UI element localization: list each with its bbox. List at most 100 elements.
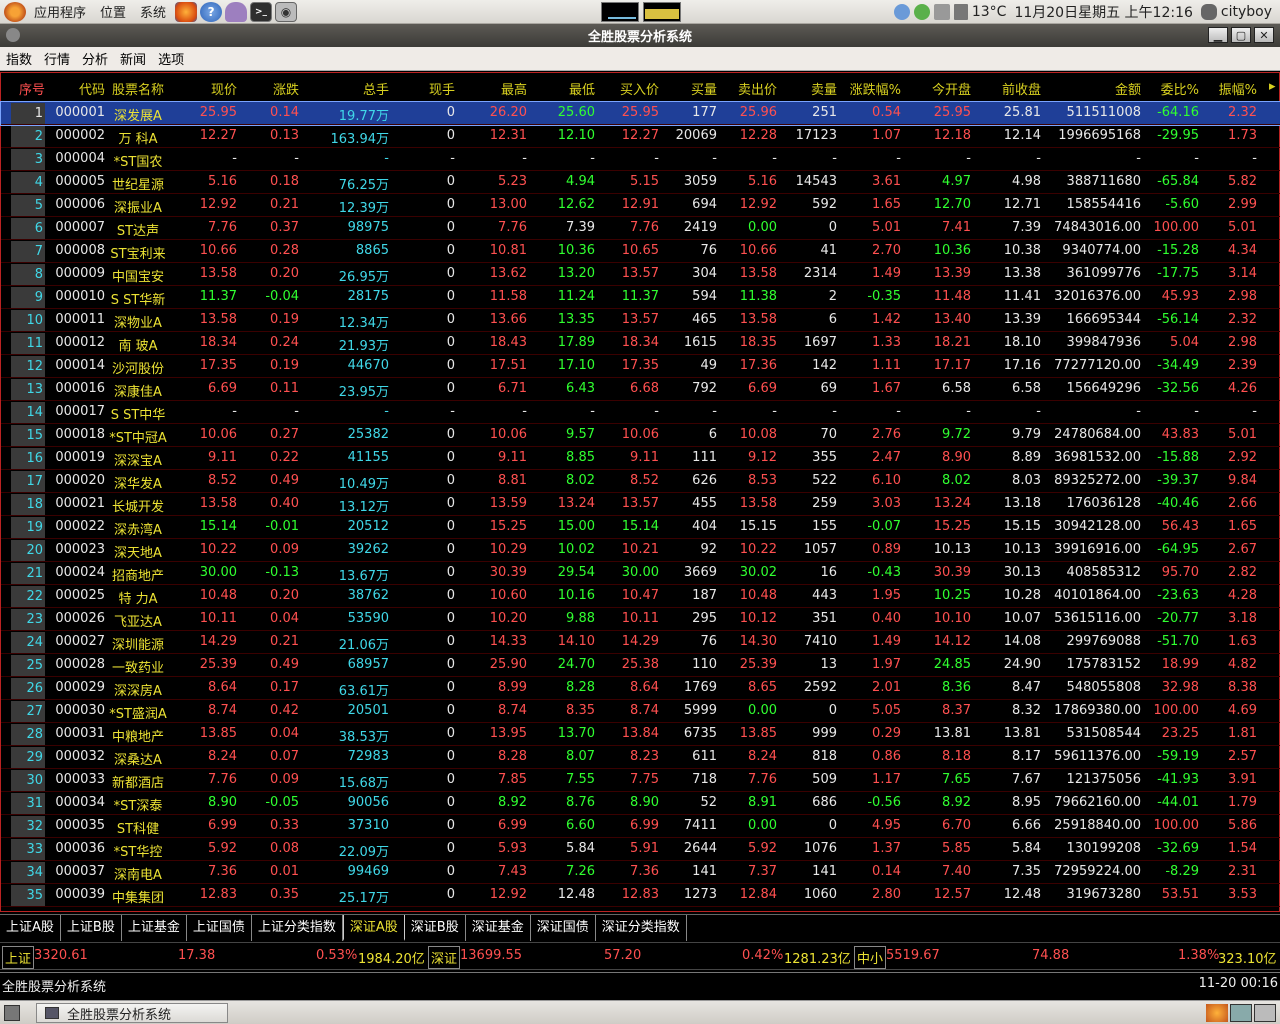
table-row[interactable]: 27 000030 *ST盛润A 8.74 0.42 20501 0 8.74 8.35 8.74…	[1, 700, 1280, 723]
show-desktop-icon[interactable]	[4, 1005, 20, 1021]
row-index-cell[interactable]: 13	[11, 379, 45, 400]
pidgin-icon[interactable]	[225, 1, 248, 22]
table-row[interactable]: 5 000006 深振业A 12.92 0.21 12.39万 0 13.00 12.62 12.…	[1, 194, 1280, 217]
table-row[interactable]: 4 000005 世纪星源 5.16 0.18 76.25万 0 5.23 4.94 5.15 30…	[1, 171, 1280, 194]
row-index-cell[interactable]: 24	[11, 632, 45, 653]
header-low[interactable]: 最低	[529, 79, 595, 98]
header-name[interactable]: 股票名称	[107, 79, 169, 98]
header-change[interactable]: 涨跌	[239, 79, 299, 98]
header-volume[interactable]: 总手	[301, 79, 389, 98]
row-index-cell[interactable]: 3	[11, 149, 45, 170]
header-ask-vol[interactable]: 卖量	[779, 79, 837, 98]
header-price[interactable]: 现价	[171, 79, 237, 98]
row-index-cell[interactable]: 34	[11, 862, 45, 883]
row-index-cell[interactable]: 31	[11, 793, 45, 814]
table-row[interactable]: 34 000037 深南电A 7.36 0.01 99469 0 7.43 7.26 7.36 14…	[1, 861, 1280, 884]
row-index-cell[interactable]: 1	[11, 103, 45, 124]
row-index-cell[interactable]: 11	[11, 333, 45, 354]
table-row[interactable]: 11 000012 南 玻A 18.34 0.24 21.93万 0 18.43 17.89 18…	[1, 332, 1280, 355]
menu-options[interactable]: 选项	[158, 49, 184, 68]
row-index-cell[interactable]: 18	[11, 494, 45, 515]
row-index-cell[interactable]: 16	[11, 448, 45, 469]
header-bid-vol[interactable]: 买量	[661, 79, 717, 98]
row-index-cell[interactable]: 23	[11, 609, 45, 630]
row-index-cell[interactable]: 9	[11, 287, 45, 308]
row-index-cell[interactable]: 2	[11, 126, 45, 147]
user-name[interactable]: cityboy	[1221, 4, 1272, 20]
header-open[interactable]: 今开盘	[905, 79, 971, 98]
trash-icon[interactable]	[1254, 1004, 1276, 1022]
tab-7[interactable]: 深证基金	[465, 915, 531, 941]
firefox-icon[interactable]	[175, 1, 198, 22]
row-index-cell[interactable]: 33	[11, 839, 45, 860]
table-row[interactable]: 23 000026 飞亚达A 10.11 0.04 53590 0 10.20 9.88 10.1…	[1, 608, 1280, 631]
close-button[interactable]: ✕	[1254, 27, 1274, 43]
update-icon[interactable]	[913, 4, 930, 20]
table-row[interactable]: 12 000014 沙河股份 17.35 0.19 44670 0 17.51 17.10 17.…	[1, 355, 1280, 378]
header-amount[interactable]: 金额	[1043, 79, 1141, 98]
header-cur-vol[interactable]: 现手	[393, 79, 455, 98]
terminal-icon[interactable]: >_	[250, 1, 273, 22]
header-bid-ratio[interactable]: 委比%	[1143, 79, 1199, 98]
menu-system[interactable]: 系统	[140, 2, 166, 21]
tab-1[interactable]: 上证B股	[60, 915, 122, 941]
tab-8[interactable]: 深证国债	[530, 915, 596, 941]
row-index-cell[interactable]: 22	[11, 586, 45, 607]
minimize-button[interactable]: ▁	[1208, 27, 1228, 43]
table-row[interactable]: 29 000032 深桑达A 8.24 0.07 72983 0 8.28 8.07 8.23 61…	[1, 746, 1280, 769]
workspace-1-icon[interactable]	[1206, 1004, 1228, 1022]
row-index-cell[interactable]: 15	[11, 425, 45, 446]
row-index-cell[interactable]: 20	[11, 540, 45, 561]
table-row[interactable]: 30 000033 新都酒店 7.76 0.09 15.68万 0 7.85 7.55 7.75 7…	[1, 769, 1280, 792]
row-index-cell[interactable]: 19	[11, 517, 45, 538]
header-amplitude[interactable]: 振幅%	[1201, 79, 1257, 98]
tab-9[interactable]: 深证分类指数	[595, 915, 687, 941]
table-row[interactable]: 17 000020 深华发A 8.52 0.49 10.49万 0 8.81 8.02 8.52 6…	[1, 470, 1280, 493]
tab-0[interactable]: 上证A股	[0, 915, 61, 941]
network-icon[interactable]	[893, 4, 910, 20]
taskbar-window-button[interactable]: 全胜股票分析系统	[36, 1003, 228, 1023]
table-row[interactable]: 20 000023 深天地A 10.22 0.09 39262 0 10.29 10.02 10.…	[1, 539, 1280, 562]
cpu-monitor-graph[interactable]	[601, 2, 639, 22]
row-index-cell[interactable]: 35	[11, 885, 45, 906]
header-seq[interactable]: 序号	[1, 79, 45, 98]
table-row[interactable]: 2 000002 万 科A 12.27 0.13 163.94万 0 12.31 12.10 12…	[1, 125, 1280, 148]
row-index-cell[interactable]: 10	[11, 310, 45, 331]
ubuntu-logo-icon[interactable]	[4, 1, 26, 22]
header-ask[interactable]: 卖出价	[719, 79, 777, 98]
table-row[interactable]: 14 000017 S ST中华 - - - - - - - - - - - - - - - -	[1, 401, 1280, 424]
header-change-pct[interactable]: 涨跌幅%	[839, 79, 901, 98]
table-row[interactable]: 35 000039 中集集团 12.83 0.35 25.17万 0 12.92 12.48 12…	[1, 884, 1280, 907]
row-index-cell[interactable]: 4	[11, 172, 45, 193]
chat-status-icon[interactable]	[1200, 4, 1217, 20]
stock-quote-table[interactable]: 序号 代码 股票名称 现价 涨跌 总手 现手 最高 最低 买入价 买量 卖出价 卖量 涨跌幅% 今开盘 前收盘…	[0, 72, 1280, 912]
table-row[interactable]: 26 000029 深深房A 8.64 0.17 63.61万 0 8.99 8.28 8.64 1…	[1, 677, 1280, 700]
table-row[interactable]: 31 000034 *ST深泰 8.90 -0.05 90056 0 8.92 8.76 8.90…	[1, 792, 1280, 815]
volume-icon[interactable]	[933, 4, 950, 20]
row-index-cell[interactable]: 29	[11, 747, 45, 768]
row-index-cell[interactable]: 8	[11, 264, 45, 285]
table-row[interactable]: 28 000031 中粮地产 13.85 0.04 38.53万 0 13.95 13.70 13…	[1, 723, 1280, 746]
tab-2[interactable]: 上证基金	[121, 915, 187, 941]
table-row[interactable]: 33 000036 *ST华控 5.92 0.08 22.09万 0 5.93 5.84 5.91…	[1, 838, 1280, 861]
screenshot-icon[interactable]: ◉	[275, 1, 298, 22]
row-index-cell[interactable]: 32	[11, 816, 45, 837]
table-row[interactable]: 19 000022 深赤湾A 15.14 -0.01 20512 0 15.25 15.00 15…	[1, 516, 1280, 539]
menu-places[interactable]: 位置	[100, 2, 126, 21]
help-icon[interactable]: ?	[200, 1, 223, 22]
tab-5[interactable]: 深证A股	[342, 915, 405, 941]
row-index-cell[interactable]: 21	[11, 563, 45, 584]
tab-4[interactable]: 上证分类指数	[251, 915, 343, 941]
table-row[interactable]: 16 000019 深深宝A 9.11 0.22 41155 0 9.11 8.85 9.11 11…	[1, 447, 1280, 470]
table-row[interactable]: 32 000035 ST科健 6.99 0.33 37310 0 6.99 6.60 6.99 74…	[1, 815, 1280, 838]
row-index-cell[interactable]: 5	[11, 195, 45, 216]
header-prev-close[interactable]: 前收盘	[975, 79, 1041, 98]
table-row[interactable]: 10 000011 深物业A 13.58 0.19 12.34万 0 13.66 13.35 13…	[1, 309, 1280, 332]
row-index-cell[interactable]: 25	[11, 655, 45, 676]
table-row[interactable]: 9 000010 S ST华新 11.37 -0.04 28175 0 11.58 11.24 1…	[1, 286, 1280, 309]
menu-applications[interactable]: 应用程序	[34, 2, 86, 21]
window-menu-icon[interactable]	[6, 28, 20, 42]
row-index-cell[interactable]: 14	[11, 402, 45, 423]
menu-news[interactable]: 新闻	[120, 49, 146, 68]
weather-temperature[interactable]: 13°C	[972, 4, 1007, 20]
